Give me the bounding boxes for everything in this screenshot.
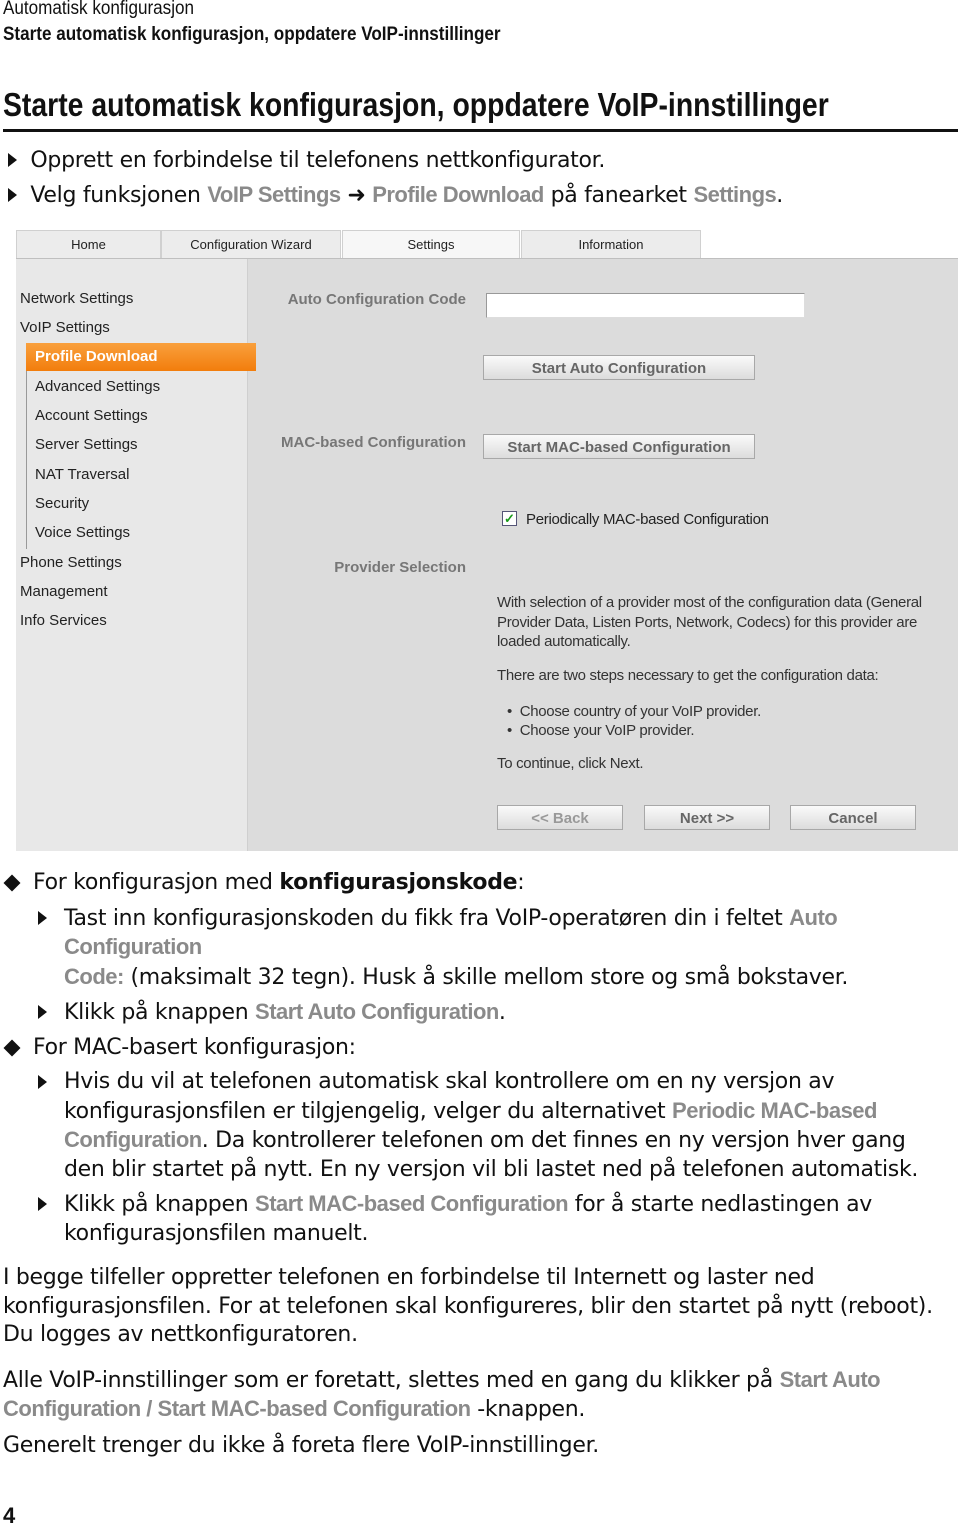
- next-button[interactable]: Next >>: [644, 805, 770, 830]
- provider-step-2: • Choose your VoIP provider.: [507, 722, 695, 739]
- settings-content: Network Settings VoIP Settings Profile D…: [16, 258, 958, 851]
- nav-security[interactable]: Security: [35, 495, 89, 512]
- provider-selection-label: Provider Selection: [334, 559, 466, 576]
- web-configurator-screenshot: Home Configuration Wizard Settings Infor…: [16, 230, 958, 851]
- nav-nat-traversal[interactable]: NAT Traversal: [35, 466, 129, 483]
- bullet-code-step-2: Klikk på knappen Start Auto Configuratio…: [0, 998, 960, 1028]
- nav-network-settings[interactable]: Network Settings: [20, 290, 133, 307]
- step-arrow-icon: [8, 188, 17, 202]
- intro-step-1: Opprett en forbindelse til telefonens ne…: [8, 147, 605, 176]
- nav-management[interactable]: Management: [20, 583, 108, 600]
- mac-config-label: MAC-based Configuration: [281, 434, 466, 451]
- intro-step-2: Velg funksjonen VoIP Settings ➜ Profile …: [8, 181, 783, 211]
- back-button[interactable]: << Back: [497, 805, 623, 830]
- running-header-subsection: Starte automatisk konfigurasjon, oppdate…: [3, 24, 501, 45]
- cancel-button[interactable]: Cancel: [790, 805, 916, 830]
- nav-voip-settings[interactable]: VoIP Settings: [20, 319, 110, 336]
- title-rule: [3, 129, 958, 132]
- auto-config-code-input[interactable]: [486, 293, 805, 318]
- step-arrow-icon: [38, 910, 47, 925]
- tab-information[interactable]: Information: [521, 230, 701, 258]
- paragraph-reboot: I begge tilfeller oppretter telefonen en…: [3, 1265, 933, 1347]
- menu-arrow-icon: ➜: [347, 183, 366, 208]
- page-number: 4: [3, 1503, 16, 1528]
- bullet-code: For konfigurasjon med konfigurasjonskode…: [33, 870, 525, 895]
- nav-account-settings[interactable]: Account Settings: [35, 407, 148, 424]
- continue-hint: To continue, click Next.: [497, 755, 644, 772]
- submenu-line: [26, 369, 27, 549]
- instructions: For konfigurasjon med konfigurasjonskode…: [0, 869, 960, 1460]
- provider-steps-intro: There are two steps necessary to get the…: [497, 667, 879, 684]
- bullet-code-step-1: Tast inn konfigurasjonskoden du fikk fra…: [0, 904, 960, 993]
- nav-voice-settings[interactable]: Voice Settings: [35, 524, 130, 541]
- nav-info-services[interactable]: Info Services: [20, 612, 107, 629]
- provider-step-1: • Choose country of your VoIP provider.: [507, 703, 761, 720]
- running-header-section: Automatisk konfigurasjon: [3, 0, 195, 19]
- start-auto-configuration-button[interactable]: Start Auto Configuration: [483, 355, 755, 380]
- nav-phone-settings[interactable]: Phone Settings: [20, 554, 122, 571]
- step-arrow-icon: [8, 153, 17, 167]
- tab-home[interactable]: Home: [16, 230, 161, 258]
- bullet-mac-step-1: Hvis du vil at telefonen automatisk skal…: [0, 1068, 960, 1184]
- tab-settings[interactable]: Settings: [342, 230, 520, 260]
- periodic-mac-label: Periodically MAC-based Configuration: [526, 511, 769, 528]
- settings-nav: Network Settings VoIP Settings Profile D…: [16, 259, 256, 851]
- auto-config-code-label: Auto Configuration Code: [287, 291, 466, 308]
- start-mac-configuration-button[interactable]: Start MAC-based Configuration: [483, 434, 755, 459]
- nav-advanced-settings[interactable]: Advanced Settings: [35, 378, 160, 395]
- step-arrow-icon: [38, 1075, 47, 1089]
- bullet-mac-step-2: Klikk på knappen Start MAC-based Configu…: [0, 1190, 960, 1248]
- page-title: Starte automatisk konfigurasjon, oppdate…: [3, 86, 829, 123]
- paragraph-warning: Alle VoIP-innstillinger som er foretatt,…: [3, 1366, 881, 1423]
- bullet-mac: For MAC-basert konfigurasjon:: [0, 1034, 960, 1063]
- periodic-mac-checkbox[interactable]: ✓: [502, 511, 517, 526]
- provider-description: With selection of a provider most of the…: [497, 594, 922, 650]
- paragraph-final: Generelt trenger du ikke å foreta flere …: [3, 1432, 600, 1458]
- bullet-diamond-icon: [3, 1039, 21, 1056]
- step-arrow-icon: [38, 1005, 47, 1019]
- nav-server-settings[interactable]: Server Settings: [35, 436, 138, 453]
- step-arrow-icon: [38, 1197, 47, 1211]
- nav-profile-download[interactable]: Profile Download: [26, 343, 256, 371]
- checkmark-icon: ✓: [504, 511, 515, 526]
- tab-configuration-wizard[interactable]: Configuration Wizard: [161, 230, 341, 258]
- bullet-diamond-icon: [3, 874, 21, 892]
